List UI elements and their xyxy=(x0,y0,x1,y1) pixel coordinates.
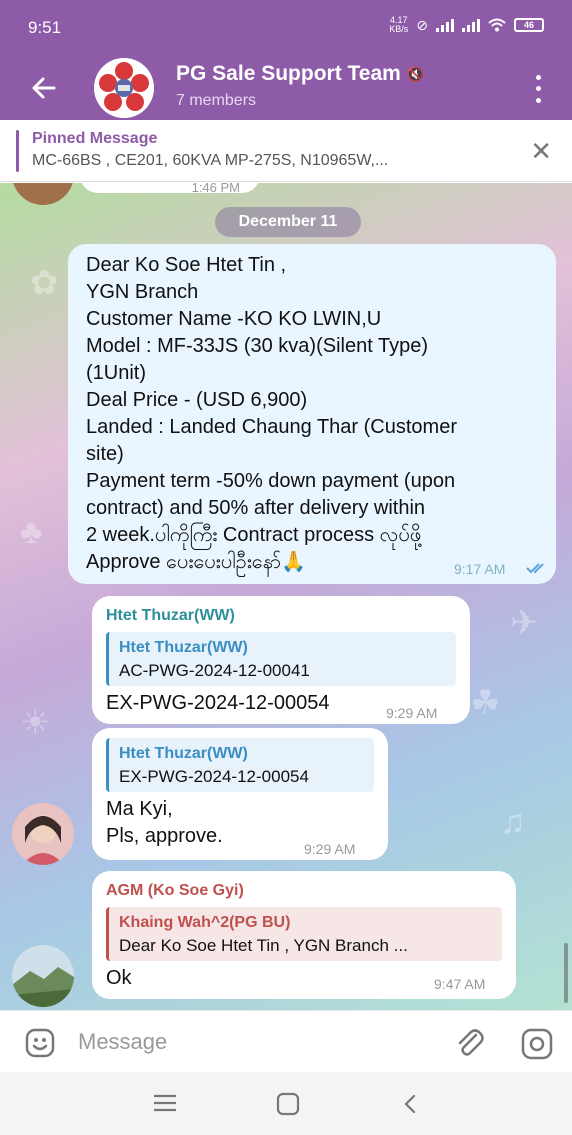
reply-text: AC-PWG-2024-12-00041 xyxy=(119,661,310,680)
reply-preview[interactable]: Htet Thuzar(WW) AC-PWG-2024-12-00041 xyxy=(106,632,456,686)
sender-name: AGM (Ko Soe Gyi) xyxy=(106,882,244,899)
emoji-icon[interactable] xyxy=(24,1027,56,1059)
chat-title[interactable]: PG Sale Support Team 🔇 xyxy=(176,62,424,86)
pinned-title: Pinned Message xyxy=(32,130,158,147)
home-icon[interactable] xyxy=(274,1090,302,1118)
reply-text: Dear Ko Soe Htet Tin , YGN Branch ... xyxy=(119,936,408,955)
reply-sender: Htet Thuzar(WW) xyxy=(119,639,248,656)
sender-name: Htet Thuzar(WW) xyxy=(106,607,235,624)
signal-icon xyxy=(436,18,454,32)
pinned-message[interactable]: Pinned Message MC-66BS , CE201, 60KVA MP… xyxy=(0,120,572,182)
message-input-bar xyxy=(0,1010,572,1072)
system-nav-bar xyxy=(0,1072,572,1135)
more-options-icon[interactable] xyxy=(528,72,548,106)
pinned-indicator xyxy=(16,130,19,172)
reply-text: EX-PWG-2024-12-00054 xyxy=(119,767,309,786)
camera-icon[interactable] xyxy=(520,1027,554,1061)
battery-icon: 46 xyxy=(514,18,544,32)
date-chip: December 11 xyxy=(215,207,361,237)
chat-header: PG Sale Support Team 🔇 7 members xyxy=(0,56,572,120)
network-speed: 4.17 KB/s xyxy=(389,15,409,34)
message-input[interactable] xyxy=(78,1026,438,1058)
close-icon[interactable]: ✕ xyxy=(530,138,552,164)
user-photo-icon xyxy=(12,803,74,865)
scrollbar[interactable] xyxy=(564,943,568,1003)
pinned-text: MC-66BS , CE201, 60KVA MP-275S, N10965W,… xyxy=(32,152,389,169)
avatar[interactable] xyxy=(12,945,74,1007)
status-time: 9:51 xyxy=(28,18,62,37)
chat-area[interactable]: ✿ ☂ ♣ ✈ ☀ ♫ ☘ 1:46 PM December 11 Dear K… xyxy=(0,183,572,1010)
message-bubble-incoming[interactable]: Htet Thuzar(WW) EX-PWG-2024-12-00054 Ma … xyxy=(92,728,388,860)
double-check-icon xyxy=(526,563,544,574)
member-count: 7 members xyxy=(176,92,257,109)
message-bubble-incoming[interactable]: Htet Thuzar(WW) Htet Thuzar(WW) AC-PWG-2… xyxy=(92,596,470,724)
user-photo-icon xyxy=(12,945,74,1007)
message-bubble-incoming[interactable]: AGM (Ko Soe Gyi) Khaing Wah^2(PG BU) Dea… xyxy=(92,871,516,999)
status-bar: 9:51 4.17 KB/s ⊘ 46 xyxy=(0,0,572,56)
message-time: 9:29 AM xyxy=(304,841,356,857)
attach-icon[interactable] xyxy=(452,1026,486,1060)
reply-preview[interactable]: Khaing Wah^2(PG BU) Dear Ko Soe Htet Tin… xyxy=(106,907,502,961)
signal-icon xyxy=(462,18,480,32)
message-text: Dear Ko Soe Htet Tin , YGN Branch Custom… xyxy=(86,254,457,573)
partial-message-bubble[interactable]: 1:46 PM xyxy=(80,183,260,195)
status-icons: 4.17 KB/s ⊘ 46 xyxy=(389,16,544,34)
message-time: 9:29 AM xyxy=(386,705,438,721)
back-icon[interactable] xyxy=(396,1089,426,1119)
wifi-icon xyxy=(488,18,506,32)
reply-sender: Khaing Wah^2(PG BU) xyxy=(119,914,291,931)
back-arrow-icon[interactable] xyxy=(26,70,62,106)
message-time: 1:46 PM xyxy=(191,183,240,195)
reply-sender: Htet Thuzar(WW) xyxy=(119,745,248,762)
wifi-off-icon: ⊘ xyxy=(416,16,428,33)
avatar[interactable] xyxy=(12,803,74,865)
message-time: 9:17 AM xyxy=(454,561,506,577)
mute-icon: 🔇 xyxy=(406,65,425,82)
group-logo-icon xyxy=(94,58,154,118)
reply-preview[interactable]: Htet Thuzar(WW) EX-PWG-2024-12-00054 xyxy=(106,738,374,792)
avatar[interactable] xyxy=(12,183,74,205)
group-avatar[interactable] xyxy=(94,58,154,118)
message-time: 9:47 AM xyxy=(434,976,486,992)
message-bubble-outgoing[interactable]: Dear Ko Soe Htet Tin , YGN Branch Custom… xyxy=(68,244,556,584)
recent-apps-icon[interactable] xyxy=(150,1090,180,1116)
